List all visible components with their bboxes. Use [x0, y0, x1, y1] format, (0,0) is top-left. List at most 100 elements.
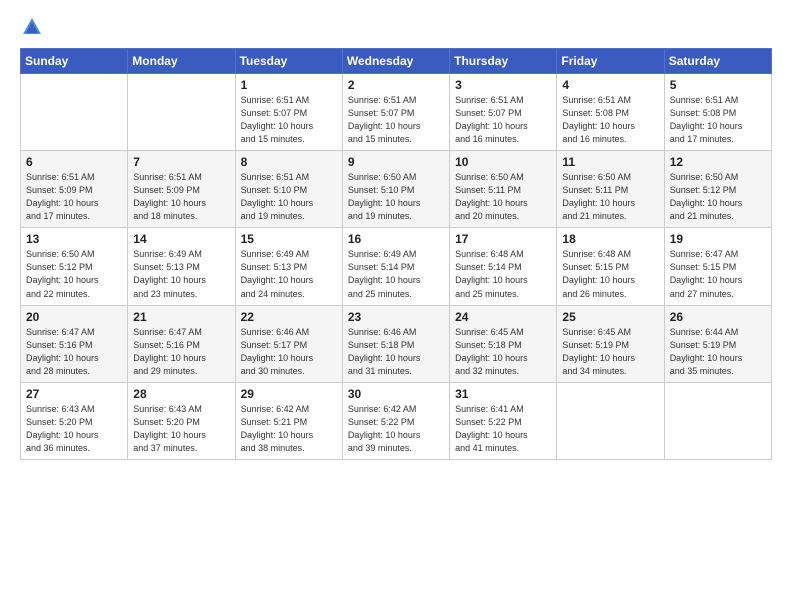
- day-info: Sunrise: 6:51 AM Sunset: 5:07 PM Dayligh…: [348, 94, 444, 146]
- day-info: Sunrise: 6:51 AM Sunset: 5:07 PM Dayligh…: [455, 94, 551, 146]
- day-info: Sunrise: 6:44 AM Sunset: 5:19 PM Dayligh…: [670, 326, 766, 378]
- calendar-day-cell: 20 Sunrise: 6:47 AM Sunset: 5:16 PM Dayli…: [21, 305, 128, 382]
- day-info: Sunrise: 6:51 AM Sunset: 5:09 PM Dayligh…: [133, 171, 229, 223]
- calendar-day-cell: 8Sunrise: 6:51 AM Sunset: 5:10 PM Daylig…: [235, 151, 342, 228]
- day-number: 12: [670, 155, 766, 169]
- day-number: 26: [670, 310, 766, 324]
- calendar-day-cell: 29Sunrise: 6:42 AM Sunset: 5:21 PM Dayli…: [235, 382, 342, 459]
- day-info: Sunrise: 6:51 AM Sunset: 5:09 PM Dayligh…: [26, 171, 122, 223]
- day-info: Sunrise: 6:46 AM Sunset: 5:18 PM Dayligh…: [348, 326, 444, 378]
- calendar-week-row: 1 Sunrise: 6:51 AM Sunset: 5:07 PM Daylig…: [21, 74, 772, 151]
- calendar-day-cell: 9 Sunrise: 6:50 AM Sunset: 5:10 PM Daylig…: [342, 151, 449, 228]
- calendar-day-cell: 15 Sunrise: 6:49 AM Sunset: 5:13 PM Dayli…: [235, 228, 342, 305]
- day-info: Sunrise: 6:47 AM Sunset: 5:16 PM Dayligh…: [133, 326, 229, 378]
- day-number: 27: [26, 387, 122, 401]
- day-info: Sunrise: 6:50 AM Sunset: 5:10 PM Dayligh…: [348, 171, 444, 223]
- day-info: Sunrise: 6:41 AM Sunset: 5:22 PM Dayligh…: [455, 403, 551, 455]
- calendar-weekday-header: Wednesday: [342, 49, 449, 74]
- day-number: 28: [133, 387, 229, 401]
- day-number: 29: [241, 387, 337, 401]
- day-info: Sunrise: 6:50 AM Sunset: 5:12 PM Dayligh…: [26, 248, 122, 300]
- day-number: 17: [455, 232, 551, 246]
- day-number: 1: [241, 78, 337, 92]
- day-info: Sunrise: 6:51 AM Sunset: 5:08 PM Dayligh…: [670, 94, 766, 146]
- day-info: Sunrise: 6:42 AM Sunset: 5:22 PM Dayligh…: [348, 403, 444, 455]
- day-number: 13: [26, 232, 122, 246]
- day-number: 20: [26, 310, 122, 324]
- day-info: Sunrise: 6:45 AM Sunset: 5:19 PM Dayligh…: [562, 326, 658, 378]
- day-number: 6: [26, 155, 122, 169]
- calendar-weekday-header: Friday: [557, 49, 664, 74]
- calendar-day-cell: 25 Sunrise: 6:45 AM Sunset: 5:19 PM Dayli…: [557, 305, 664, 382]
- calendar-weekday-header: Saturday: [664, 49, 771, 74]
- calendar-day-cell: 10 Sunrise: 6:50 AM Sunset: 5:11 PM Dayli…: [450, 151, 557, 228]
- day-info: Sunrise: 6:47 AM Sunset: 5:16 PM Dayligh…: [26, 326, 122, 378]
- day-number: 25: [562, 310, 658, 324]
- calendar-day-cell: 19 Sunrise: 6:47 AM Sunset: 5:15 PM Dayli…: [664, 228, 771, 305]
- calendar-day-cell: 14 Sunrise: 6:49 AM Sunset: 5:13 PM Dayli…: [128, 228, 235, 305]
- page: SundayMondayTuesdayWednesdayThursdayFrid…: [0, 0, 792, 612]
- calendar-day-cell: 22Sunrise: 6:46 AM Sunset: 5:17 PM Dayli…: [235, 305, 342, 382]
- calendar-week-row: 13 Sunrise: 6:50 AM Sunset: 5:12 PM Dayli…: [21, 228, 772, 305]
- day-info: Sunrise: 6:50 AM Sunset: 5:11 PM Dayligh…: [455, 171, 551, 223]
- calendar-day-cell: 7 Sunrise: 6:51 AM Sunset: 5:09 PM Daylig…: [128, 151, 235, 228]
- day-number: 9: [348, 155, 444, 169]
- day-info: Sunrise: 6:43 AM Sunset: 5:20 PM Dayligh…: [133, 403, 229, 455]
- day-info: Sunrise: 6:51 AM Sunset: 5:07 PM Dayligh…: [241, 94, 337, 146]
- calendar-day-cell: 18 Sunrise: 6:48 AM Sunset: 5:15 PM Dayli…: [557, 228, 664, 305]
- day-info: Sunrise: 6:43 AM Sunset: 5:20 PM Dayligh…: [26, 403, 122, 455]
- logo: [20, 16, 43, 38]
- day-number: 15: [241, 232, 337, 246]
- calendar-day-cell: 28 Sunrise: 6:43 AM Sunset: 5:20 PM Dayli…: [128, 382, 235, 459]
- day-number: 14: [133, 232, 229, 246]
- day-info: Sunrise: 6:49 AM Sunset: 5:13 PM Dayligh…: [241, 248, 337, 300]
- calendar-day-cell: 31 Sunrise: 6:41 AM Sunset: 5:22 PM Dayli…: [450, 382, 557, 459]
- calendar-day-cell: 12Sunrise: 6:50 AM Sunset: 5:12 PM Dayli…: [664, 151, 771, 228]
- calendar-weekday-header: Monday: [128, 49, 235, 74]
- calendar-day-cell: [21, 74, 128, 151]
- calendar-day-cell: [664, 382, 771, 459]
- calendar-day-cell: 3 Sunrise: 6:51 AM Sunset: 5:07 PM Daylig…: [450, 74, 557, 151]
- calendar-day-cell: 30Sunrise: 6:42 AM Sunset: 5:22 PM Dayli…: [342, 382, 449, 459]
- day-number: 11: [562, 155, 658, 169]
- calendar-table: SundayMondayTuesdayWednesdayThursdayFrid…: [20, 48, 772, 460]
- day-number: 7: [133, 155, 229, 169]
- day-number: 23: [348, 310, 444, 324]
- day-info: Sunrise: 6:49 AM Sunset: 5:13 PM Dayligh…: [133, 248, 229, 300]
- day-info: Sunrise: 6:45 AM Sunset: 5:18 PM Dayligh…: [455, 326, 551, 378]
- calendar-weekday-header: Thursday: [450, 49, 557, 74]
- calendar-week-row: 27 Sunrise: 6:43 AM Sunset: 5:20 PM Dayli…: [21, 382, 772, 459]
- day-number: 31: [455, 387, 551, 401]
- header: [20, 16, 772, 38]
- calendar-day-cell: 1 Sunrise: 6:51 AM Sunset: 5:07 PM Daylig…: [235, 74, 342, 151]
- calendar-day-cell: 16Sunrise: 6:49 AM Sunset: 5:14 PM Dayli…: [342, 228, 449, 305]
- calendar-week-row: 20 Sunrise: 6:47 AM Sunset: 5:16 PM Dayli…: [21, 305, 772, 382]
- day-number: 10: [455, 155, 551, 169]
- calendar-week-row: 6 Sunrise: 6:51 AM Sunset: 5:09 PM Daylig…: [21, 151, 772, 228]
- calendar-weekday-header: Sunday: [21, 49, 128, 74]
- day-info: Sunrise: 6:48 AM Sunset: 5:14 PM Dayligh…: [455, 248, 551, 300]
- day-number: 18: [562, 232, 658, 246]
- day-info: Sunrise: 6:50 AM Sunset: 5:11 PM Dayligh…: [562, 171, 658, 223]
- calendar-day-cell: 6 Sunrise: 6:51 AM Sunset: 5:09 PM Daylig…: [21, 151, 128, 228]
- day-number: 2: [348, 78, 444, 92]
- calendar-weekday-header: Tuesday: [235, 49, 342, 74]
- day-info: Sunrise: 6:48 AM Sunset: 5:15 PM Dayligh…: [562, 248, 658, 300]
- calendar-day-cell: 23 Sunrise: 6:46 AM Sunset: 5:18 PM Dayli…: [342, 305, 449, 382]
- day-number: 24: [455, 310, 551, 324]
- day-number: 3: [455, 78, 551, 92]
- calendar-day-cell: 5 Sunrise: 6:51 AM Sunset: 5:08 PM Daylig…: [664, 74, 771, 151]
- day-info: Sunrise: 6:49 AM Sunset: 5:14 PM Dayligh…: [348, 248, 444, 300]
- logo-icon: [21, 16, 43, 38]
- day-info: Sunrise: 6:47 AM Sunset: 5:15 PM Dayligh…: [670, 248, 766, 300]
- calendar-day-cell: 2 Sunrise: 6:51 AM Sunset: 5:07 PM Daylig…: [342, 74, 449, 151]
- calendar-day-cell: [557, 382, 664, 459]
- day-number: 19: [670, 232, 766, 246]
- calendar-day-cell: 26 Sunrise: 6:44 AM Sunset: 5:19 PM Dayli…: [664, 305, 771, 382]
- day-number: 21: [133, 310, 229, 324]
- day-number: 5: [670, 78, 766, 92]
- day-info: Sunrise: 6:46 AM Sunset: 5:17 PM Dayligh…: [241, 326, 337, 378]
- calendar-day-cell: 17 Sunrise: 6:48 AM Sunset: 5:14 PM Dayli…: [450, 228, 557, 305]
- day-info: Sunrise: 6:51 AM Sunset: 5:08 PM Dayligh…: [562, 94, 658, 146]
- calendar-day-cell: [128, 74, 235, 151]
